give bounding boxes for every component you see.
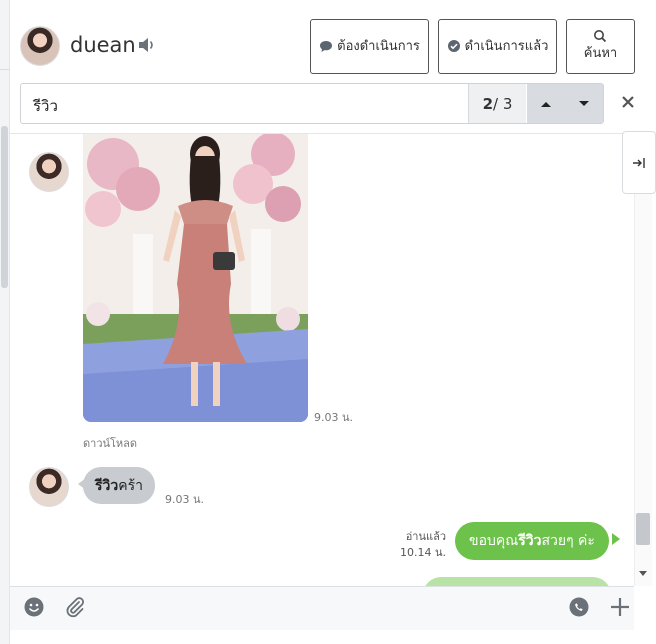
search-highlight: รีวิว xyxy=(95,477,119,494)
avatar[interactable] xyxy=(29,152,69,192)
message-text: คร้า xyxy=(118,477,143,494)
emoji-icon[interactable] xyxy=(23,596,45,618)
download-link[interactable]: ดาวน์โหลด xyxy=(83,434,137,452)
search-input[interactable]: รีวิว xyxy=(33,94,58,118)
chevron-down-icon xyxy=(579,100,589,106)
paperclip-icon[interactable] xyxy=(64,596,86,618)
footer xyxy=(10,630,656,644)
sticker-icon[interactable] xyxy=(568,596,590,618)
check-circle-icon xyxy=(447,40,460,52)
message-search-bar: รีวิว 2/ 3 xyxy=(20,83,604,124)
divider xyxy=(0,69,10,70)
todo-button[interactable]: ต้องดำเนินการ xyxy=(310,19,429,74)
search-label: ค้นหา xyxy=(583,45,618,61)
message-time: 9.03 น. xyxy=(314,411,354,424)
message-time: 10.14 น. xyxy=(400,546,447,559)
next-result-button[interactable] xyxy=(565,84,603,123)
chat-bubble-icon xyxy=(320,40,333,52)
previous-result-button[interactable] xyxy=(527,84,565,123)
left-panel-edge xyxy=(0,0,10,644)
chevron-up-icon xyxy=(541,101,551,107)
read-receipt: อ่านแล้ว 10.14 น. xyxy=(400,529,446,561)
search-result-counter: 2/ 3 xyxy=(468,84,526,123)
done-label: ดำเนินการแล้ว xyxy=(464,38,549,54)
outgoing-message-bubble[interactable]: ขอบคุณ รีวิว สวยๆ ค่ะ xyxy=(455,522,609,560)
done-button[interactable]: ดำเนินการแล้ว xyxy=(438,19,557,74)
message-time: 9.03 น. xyxy=(165,493,205,506)
plus-icon[interactable] xyxy=(609,596,631,618)
chat-scrollbar-thumb[interactable] xyxy=(636,513,650,545)
composer-toolbar xyxy=(10,586,634,630)
todo-label: ต้องดำเนินการ xyxy=(337,38,420,54)
message-text-suffix: สวยๆ ค่ะ xyxy=(541,533,595,549)
left-scrollbar-thumb[interactable] xyxy=(1,126,8,288)
message-text-prefix: ขอบคุณ xyxy=(469,533,519,549)
search-icon xyxy=(594,29,607,42)
avatar[interactable] xyxy=(29,467,69,507)
scroll-down-icon[interactable] xyxy=(638,570,648,578)
incoming-message-bubble[interactable]: รีวิว คร้า xyxy=(83,467,155,504)
side-panel-toggle[interactable] xyxy=(622,131,656,194)
search-current: 2 xyxy=(482,94,494,113)
search-highlight: รีวิว xyxy=(518,533,542,549)
chat-header: duean ต้องดำเนินการ ดำเนินการแล้ว ค้นหา xyxy=(10,0,635,82)
search-total: / 3 xyxy=(493,94,513,113)
read-status-label: อ่านแล้ว xyxy=(405,530,447,543)
bubble-tail xyxy=(612,533,620,545)
contact-name[interactable]: duean xyxy=(70,33,136,57)
speaker-icon[interactable] xyxy=(138,37,156,53)
collapse-panel-icon xyxy=(633,157,645,168)
avatar[interactable] xyxy=(20,26,60,66)
close-icon[interactable] xyxy=(620,94,636,110)
message-image[interactable] xyxy=(83,134,308,422)
search-button[interactable]: ค้นหา xyxy=(566,19,635,74)
